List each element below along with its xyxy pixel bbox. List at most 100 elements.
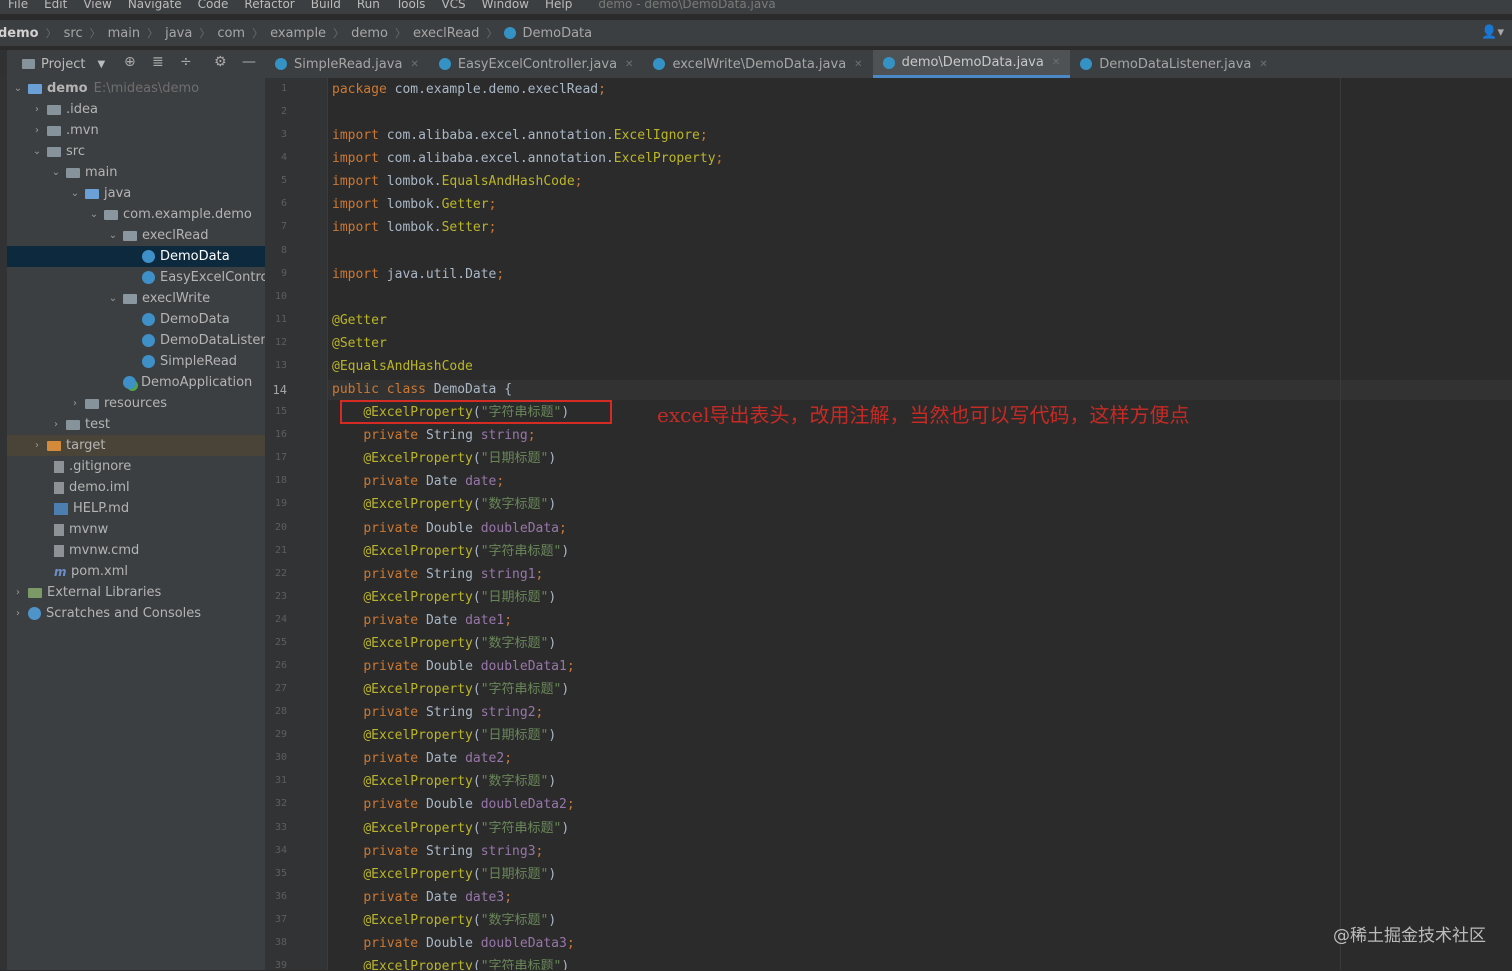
menu-build[interactable]: Build [303, 0, 349, 10]
menu-code[interactable]: Code [190, 0, 237, 10]
collapse-all-icon[interactable]: ÷ [180, 54, 192, 70]
chevron-down-icon[interactable]: ⌄ [31, 146, 43, 157]
code-line[interactable]: private Double doubleData; [332, 519, 567, 539]
tree-item-src[interactable]: ⌄ src [7, 141, 265, 162]
menu-navigate[interactable]: Navigate [120, 0, 190, 10]
tab-easyexcelcontroller[interactable]: EasyExcelController.java ✕ [429, 50, 644, 78]
code-line[interactable]: @ExcelProperty("数字标题") [332, 772, 556, 792]
hide-panel-icon[interactable]: — [242, 54, 256, 70]
code-line[interactable]: import com.alibaba.excel.annotation.Exce… [332, 126, 708, 146]
code-line[interactable]: @ExcelProperty("数字标题") [332, 634, 556, 654]
tree-item-demo-iml[interactable]: demo.iml [7, 477, 265, 498]
code-line[interactable]: private String string1; [332, 565, 543, 585]
code-line[interactable]: @ExcelProperty("字符串标题") [332, 680, 569, 700]
code-line[interactable]: @ExcelProperty("字符串标题") [332, 542, 569, 562]
code-line[interactable]: @Setter [332, 334, 387, 354]
user-account-icon[interactable]: 👤▾ [1481, 25, 1504, 40]
gear-icon[interactable]: ⚙ [214, 54, 227, 70]
code-line[interactable]: @ExcelProperty("日期标题") [332, 588, 556, 608]
code-line[interactable]: private Date date2; [332, 749, 512, 769]
code-line[interactable]: private Double doubleData3; [332, 934, 574, 954]
close-icon[interactable]: ✕ [1259, 59, 1267, 70]
close-icon[interactable]: ✕ [854, 59, 862, 70]
tab-excelwrite-demodata[interactable]: excelWrite\DemoData.java ✕ [643, 50, 872, 78]
code-line[interactable]: private String string2; [332, 703, 543, 723]
project-view-selector[interactable]: Project ▼ [22, 57, 105, 72]
code-line[interactable]: @EqualsAndHashCode [332, 357, 473, 377]
chevron-right-icon[interactable]: › [69, 398, 81, 409]
chevron-down-icon[interactable]: ⌄ [12, 83, 24, 94]
tree-item-mvnw-cmd[interactable]: mvnw.cmd [7, 540, 265, 561]
menu-refactor[interactable]: Refactor [236, 0, 302, 10]
tab-demo-demodata[interactable]: demo\DemoData.java ✕ [872, 50, 1071, 78]
tree-item-demodata-selected[interactable]: DemoData [7, 246, 265, 267]
tree-item-simpleread[interactable]: SimpleRead [7, 351, 265, 372]
breadcrumb-java[interactable]: java [165, 26, 192, 41]
code-line[interactable]: import java.util.Date; [332, 265, 504, 285]
close-icon[interactable]: ✕ [625, 59, 633, 70]
tree-item-java[interactable]: ⌄ java [7, 183, 265, 204]
tree-item-target[interactable]: › target [7, 435, 265, 456]
code-line[interactable]: @ExcelProperty("日期标题") [332, 726, 556, 746]
code-line[interactable]: @ExcelProperty("字符串标题") [332, 957, 569, 970]
close-icon[interactable]: ✕ [1052, 57, 1060, 68]
tree-item-resources[interactable]: › resources [7, 393, 265, 414]
tree-item-test[interactable]: › test [7, 414, 265, 435]
tree-item-gitignore[interactable]: .gitignore [7, 456, 265, 477]
tree-item-write-demodata[interactable]: DemoData [7, 309, 265, 330]
chevron-down-icon[interactable]: ⌄ [107, 230, 119, 241]
menu-view[interactable]: View [75, 0, 119, 10]
chevron-right-icon[interactable]: › [12, 587, 24, 598]
code-line[interactable]: public class DemoData { [328, 380, 1512, 400]
tree-item-demoapplication[interactable]: DemoApplication [7, 372, 265, 393]
breadcrumb-demo[interactable]: demo [0, 26, 39, 41]
menu-file[interactable]: File [0, 0, 36, 10]
tab-demodatalistener[interactable]: DemoDataListener.java ✕ [1070, 50, 1278, 78]
menu-window[interactable]: Window [474, 0, 537, 10]
locate-file-icon[interactable]: ⊕ [124, 54, 136, 70]
chevron-right-icon[interactable]: › [50, 419, 62, 430]
code-line[interactable]: import com.alibaba.excel.annotation.Exce… [332, 149, 723, 169]
tree-item-execlwrite[interactable]: ⌄ execlWrite [7, 288, 265, 309]
menu-edit[interactable]: Edit [36, 0, 75, 10]
code-line[interactable]: import lombok.EqualsAndHashCode; [332, 172, 582, 192]
breadcrumb-main[interactable]: main [108, 26, 140, 41]
code-line[interactable]: private Double doubleData1; [332, 657, 574, 677]
tree-item-external-libraries[interactable]: › External Libraries [7, 582, 265, 603]
chevron-down-icon[interactable]: ⌄ [69, 188, 81, 199]
code-line[interactable]: @ExcelProperty("日期标题") [332, 449, 556, 469]
code-line[interactable]: private String string; [332, 426, 535, 446]
code-line[interactable]: @ExcelProperty("字符串标题") [332, 819, 569, 839]
code-editor[interactable]: package com.example.demo.execlRead; impor… [328, 78, 1512, 970]
close-icon[interactable]: ✕ [410, 59, 418, 70]
breadcrumb-com[interactable]: com [217, 26, 245, 41]
expand-all-icon[interactable]: ≣ [152, 54, 164, 70]
code-line[interactable]: private Date date3; [332, 888, 512, 908]
code-line[interactable]: package com.example.demo.execlRead; [332, 80, 606, 100]
code-line[interactable]: @ExcelProperty("日期标题") [332, 865, 556, 885]
menu-help[interactable]: Help [537, 0, 580, 10]
tree-item-mvn[interactable]: › .mvn [7, 120, 265, 141]
breadcrumb-demodata[interactable]: DemoData [522, 26, 592, 41]
menu-tools[interactable]: Tools [388, 0, 434, 10]
tree-item-execlread[interactable]: ⌄ execlRead [7, 225, 265, 246]
tree-item-help-md[interactable]: HELP.md [7, 498, 265, 519]
tree-item-scratches[interactable]: › Scratches and Consoles [7, 603, 265, 624]
tree-item-com-example-demo[interactable]: ⌄ com.example.demo [7, 204, 265, 225]
chevron-down-icon[interactable]: ⌄ [50, 167, 62, 178]
code-line[interactable]: private Double doubleData2; [332, 795, 574, 815]
tree-item-demo[interactable]: ⌄ demo E:\mideas\demo [7, 78, 265, 99]
tab-simpleread[interactable]: SimpleRead.java ✕ [265, 50, 429, 78]
code-line[interactable]: @ExcelProperty("数字标题") [332, 911, 556, 931]
chevron-right-icon[interactable]: › [31, 440, 43, 451]
tree-item-idea[interactable]: › .idea [7, 99, 265, 120]
menu-run[interactable]: Run [349, 0, 388, 10]
code-line[interactable]: @Getter [332, 311, 387, 331]
breadcrumb-demo-package[interactable]: demo [351, 26, 388, 41]
tree-item-mvnw[interactable]: mvnw [7, 519, 265, 540]
breadcrumb-src[interactable]: src [64, 26, 83, 41]
chevron-right-icon[interactable]: › [12, 608, 24, 619]
chevron-down-icon[interactable]: ⌄ [107, 293, 119, 304]
tree-item-pom-xml[interactable]: m pom.xml [7, 561, 265, 582]
code-line[interactable]: import lombok.Getter; [332, 195, 496, 215]
